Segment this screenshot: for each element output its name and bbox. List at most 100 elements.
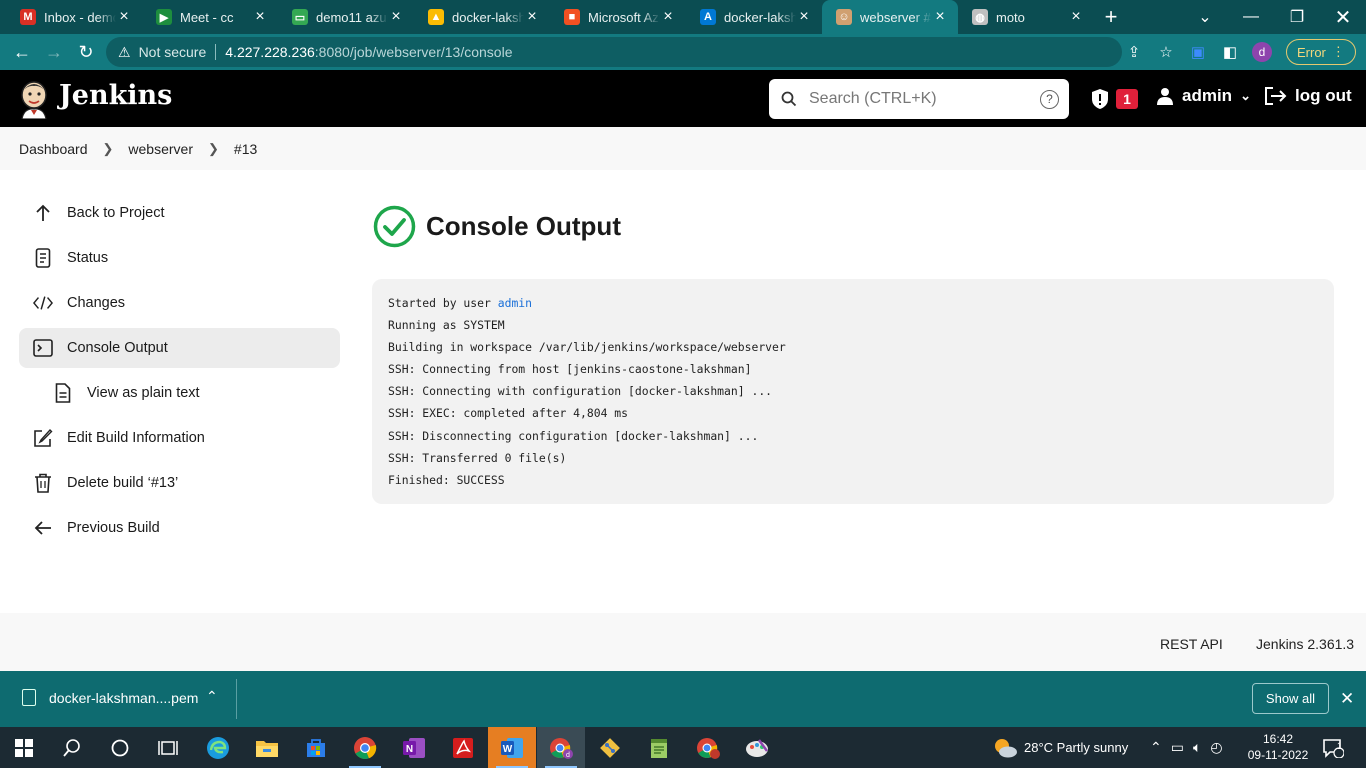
chrome-icon[interactable] xyxy=(341,727,389,768)
word-icon[interactable]: W xyxy=(488,727,536,768)
help-icon[interactable]: ? xyxy=(1040,90,1059,109)
azure-icon: A xyxy=(700,9,716,25)
sidebar-item-changes[interactable]: Changes xyxy=(19,283,340,323)
task-view-icon[interactable] xyxy=(144,727,192,768)
profile-button[interactable]: d xyxy=(1246,36,1278,68)
shield-alert-icon[interactable] xyxy=(1090,88,1110,110)
reload-button[interactable]: ↻ xyxy=(70,36,102,68)
chevron-up-icon[interactable]: ⌃ xyxy=(206,688,218,705)
tab-close-icon[interactable]: × xyxy=(1068,8,1084,26)
jenkins-version-link[interactable]: Jenkins 2.361.3 xyxy=(1256,636,1354,652)
git-icon[interactable] xyxy=(586,727,634,768)
notification-center-button[interactable]: 1 xyxy=(1322,727,1344,768)
breadcrumb-webserver[interactable]: webserver xyxy=(128,141,193,157)
user-link[interactable]: admin xyxy=(498,296,532,310)
cortana-icon[interactable] xyxy=(96,727,144,768)
sidebar-item-previous-build[interactable]: Previous Build xyxy=(19,508,340,548)
browser-tab[interactable]: M Inbox - demo × xyxy=(6,0,142,34)
tab-close-icon[interactable]: × xyxy=(252,8,268,26)
notification-count: 1 xyxy=(1337,741,1343,751)
alert-count-badge[interactable]: 1 xyxy=(1116,89,1138,109)
back-button[interactable]: ← xyxy=(6,36,38,68)
new-tab-button[interactable]: + xyxy=(1094,0,1128,34)
tab-title: docker-lakshman xyxy=(724,9,796,25)
battery-icon[interactable]: ▭ xyxy=(1171,739,1184,756)
jenkins-brand[interactable]: Jenkins xyxy=(59,80,172,111)
breadcrumb-build[interactable]: #13 xyxy=(234,141,257,157)
file-explorer-icon[interactable] xyxy=(243,727,291,768)
browser-tab[interactable]: ■ Microsoft Azure× xyxy=(550,0,686,34)
url-path[interactable]: :8080/job/webserver/13/console xyxy=(315,44,513,60)
download-item[interactable]: docker-lakshman....pem xyxy=(22,689,198,706)
network-icon[interactable]: ◴ xyxy=(1210,739,1222,756)
tab-title: Inbox - demo xyxy=(44,9,116,25)
error-button[interactable]: Error ⋮ xyxy=(1286,39,1356,65)
maximize-button[interactable]: ❐ xyxy=(1274,0,1320,34)
jenkins-footer: REST API Jenkins 2.361.3 xyxy=(0,613,1366,671)
browser-tab[interactable]: ▲ docker-lakshman× xyxy=(414,0,550,34)
forward-button[interactable]: → xyxy=(38,36,70,68)
browser-tab[interactable]: ☺ webserver #13× xyxy=(822,0,958,34)
tab-close-icon[interactable]: × xyxy=(524,8,540,26)
tab-close-icon[interactable]: × xyxy=(388,8,404,26)
download-filename: docker-lakshman....pem xyxy=(49,689,199,706)
sidebar-item-console-output[interactable]: Console Output xyxy=(19,328,340,368)
taskbar-clock[interactable]: 16:42 09-11-2022 xyxy=(1244,731,1312,763)
sidebar-item-view-plain-text[interactable]: View as plain text xyxy=(19,373,340,413)
tab-close-icon[interactable]: × xyxy=(116,8,132,26)
sidebar-item-label: View as plain text xyxy=(87,385,200,401)
chevron-up-icon[interactable]: ⌃ xyxy=(1150,739,1162,756)
windows-start-icon[interactable] xyxy=(0,727,48,768)
search-input[interactable] xyxy=(809,90,1029,108)
tab-close-icon[interactable]: × xyxy=(660,8,676,26)
store-icon[interactable] xyxy=(292,727,340,768)
weather-widget[interactable]: 28°C Partly sunny xyxy=(992,727,1128,768)
tab-title: webserver #13 xyxy=(860,9,932,25)
notepad-icon[interactable] xyxy=(635,727,683,768)
console-line: SSH: Transferred 0 file(s) xyxy=(388,450,567,465)
warning-icon[interactable]: ⚠ xyxy=(118,44,131,61)
breadcrumb-dashboard[interactable]: Dashboard xyxy=(19,141,88,157)
show-all-button[interactable]: Show all xyxy=(1252,683,1329,714)
side-panel-icon[interactable]: ◧ xyxy=(1214,36,1246,68)
cast-icon[interactable]: ▣ xyxy=(1182,36,1214,68)
logout-link[interactable]: log out xyxy=(1265,86,1352,106)
sidebar-item-label: Changes xyxy=(67,295,126,311)
tab-search-icon[interactable]: ⌄ xyxy=(1182,0,1228,34)
jenkins-logo-icon[interactable] xyxy=(18,79,50,119)
bookmark-star-icon[interactable]: ☆ xyxy=(1150,36,1182,68)
url-host[interactable]: 4.227.228.236 xyxy=(225,44,315,60)
download-shelf: docker-lakshman....pem ⌃ Show all ✕ xyxy=(0,671,1366,727)
minimize-button[interactable]: — xyxy=(1228,0,1274,34)
edge-icon[interactable] xyxy=(194,727,242,768)
clock-date: 09-11-2022 xyxy=(1247,748,1309,762)
browser-tab[interactable]: ◍ moto × xyxy=(958,0,1094,34)
sidebar-item-edit-build-info[interactable]: Edit Build Information xyxy=(19,418,340,458)
tab-close-icon[interactable]: × xyxy=(796,8,812,26)
system-tray: ⌃ ▭ 🔈︎ ◴ xyxy=(1150,727,1223,768)
onenote-icon[interactable]: N xyxy=(390,727,438,768)
browser-tab[interactable]: Adocker-lakshman× xyxy=(686,0,822,34)
console-text: Started by user xyxy=(388,296,498,310)
paint-icon[interactable] xyxy=(733,727,781,768)
logout-icon xyxy=(1265,87,1287,105)
sidebar-item-status[interactable]: Status xyxy=(19,238,340,278)
sidebar-item-back-to-project[interactable]: Back to Project xyxy=(19,193,340,233)
chrome-profile-icon[interactable]: d xyxy=(537,727,585,768)
address-bar[interactable]: ⚠ Not secure 4.227.228.236:8080/job/webs… xyxy=(106,37,1122,67)
user-menu[interactable]: admin ⌄ xyxy=(1156,86,1251,106)
chrome-alt-icon[interactable] xyxy=(684,727,732,768)
tab-close-icon[interactable]: × xyxy=(932,8,948,26)
share-icon[interactable]: ⇪ xyxy=(1118,36,1150,68)
speaker-icon[interactable]: 🔈︎ xyxy=(1193,739,1201,756)
search-box[interactable]: ? xyxy=(769,79,1069,119)
browser-tab[interactable]: ▶ Meet - cc × xyxy=(142,0,278,34)
search-icon[interactable] xyxy=(48,727,96,768)
close-window-button[interactable]: ✕ xyxy=(1320,0,1366,34)
sidebar-item-delete-build[interactable]: Delete build ‘#13’ xyxy=(19,463,340,503)
close-icon[interactable]: ✕ xyxy=(1340,689,1354,709)
rest-api-link[interactable]: REST API xyxy=(1160,636,1223,652)
security-label[interactable]: Not secure xyxy=(139,44,207,60)
acrobat-icon[interactable] xyxy=(439,727,487,768)
browser-tab[interactable]: ▭ demo11 azure× xyxy=(278,0,414,34)
